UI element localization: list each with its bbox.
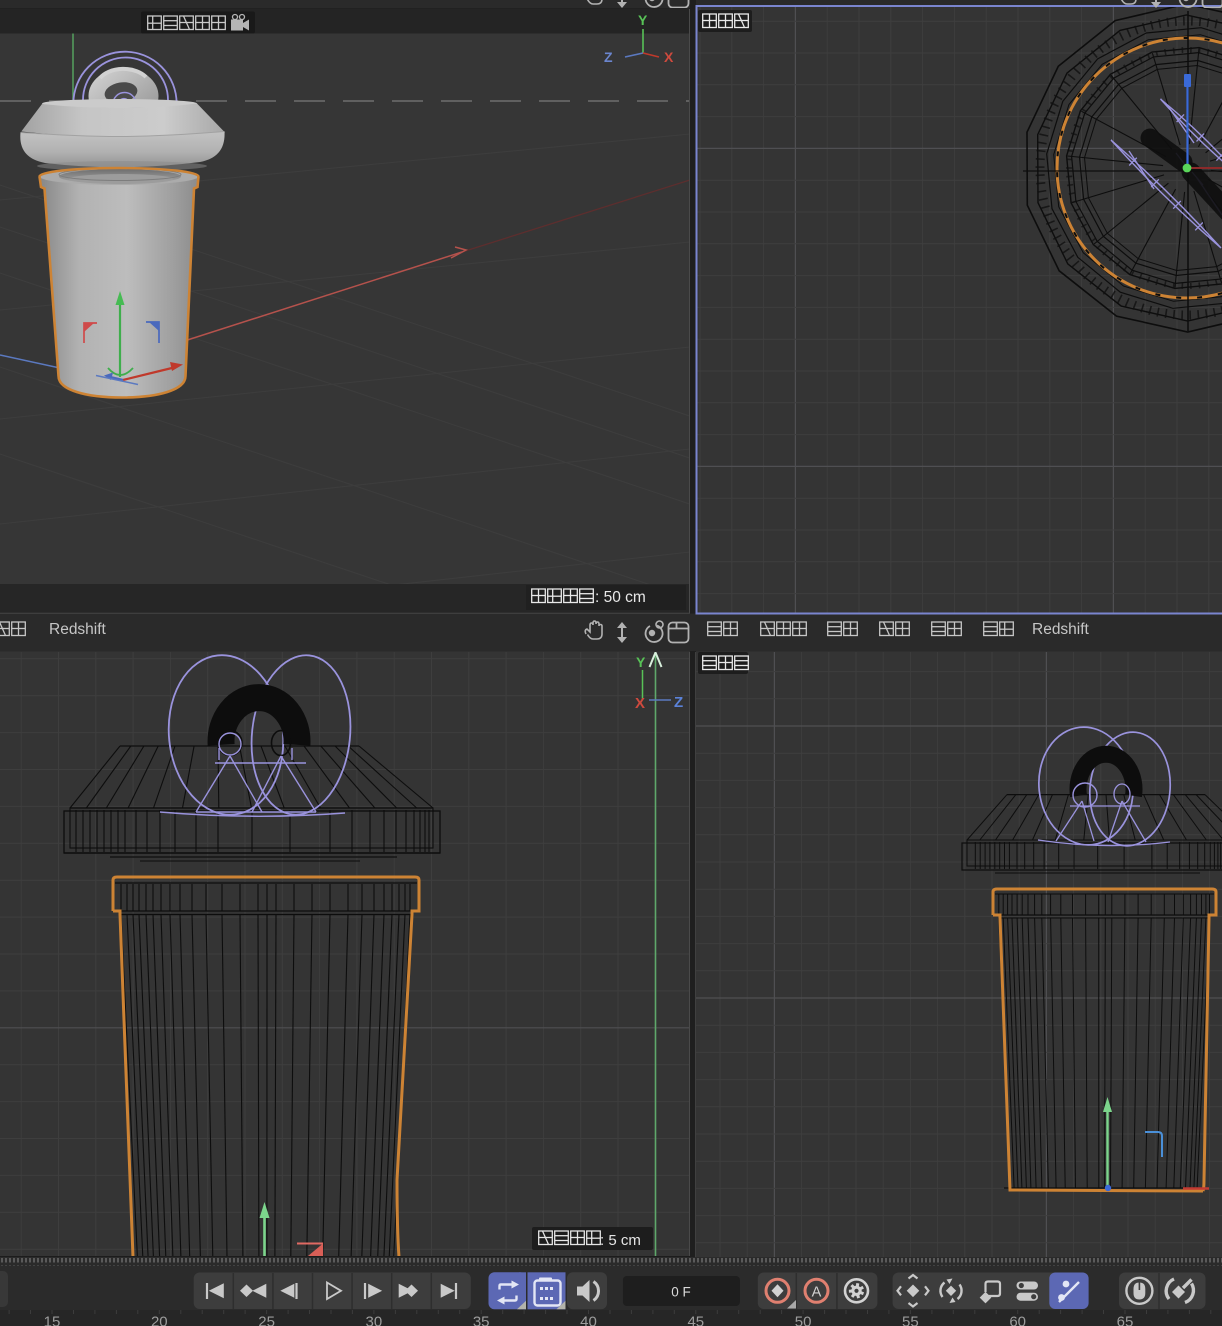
svg-text:30: 30 — [366, 1314, 383, 1326]
svg-text:25: 25 — [258, 1314, 275, 1326]
svg-text:65: 65 — [1117, 1314, 1134, 1326]
svg-text:X: X — [635, 695, 645, 712]
svg-text:Y: Y — [638, 12, 648, 28]
svg-text:A: A — [812, 1285, 822, 1301]
svg-text:15: 15 — [44, 1314, 61, 1326]
svg-text:50: 50 — [795, 1314, 812, 1326]
svg-text:Z: Z — [604, 49, 613, 65]
svg-text:: 50 cm: : 50 cm — [595, 589, 646, 606]
svg-text:45: 45 — [687, 1314, 704, 1326]
svg-text:Redshift: Redshift — [49, 621, 107, 638]
svg-text:0 F: 0 F — [671, 1285, 691, 1300]
svg-text:35: 35 — [473, 1314, 490, 1326]
svg-text:20: 20 — [151, 1314, 168, 1326]
svg-text:60: 60 — [1009, 1314, 1026, 1326]
svg-text:Y: Y — [636, 654, 646, 670]
svg-text:40: 40 — [580, 1314, 597, 1326]
svg-text:X: X — [664, 49, 674, 65]
svg-text:Redshift: Redshift — [1032, 621, 1090, 638]
svg-text:55: 55 — [902, 1314, 919, 1326]
svg-text:: 5 cm: : 5 cm — [600, 1232, 641, 1249]
svg-text:Z: Z — [674, 694, 683, 711]
